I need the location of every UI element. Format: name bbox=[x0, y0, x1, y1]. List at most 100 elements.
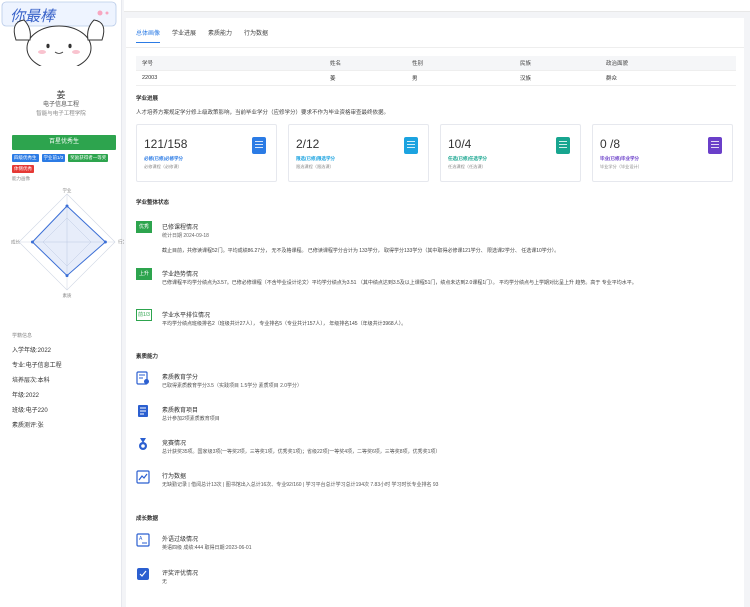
status-head: 已修课程情况 bbox=[162, 225, 199, 231]
item-head: 素质教育项目 bbox=[162, 408, 199, 414]
book-icon bbox=[252, 137, 266, 154]
table-row: 22003 姜 男 汉族 群众 bbox=[136, 70, 736, 86]
tab-quality[interactable]: 素质能力 bbox=[208, 28, 232, 43]
item-text: 总计参加2项素质教育项目 bbox=[162, 416, 220, 422]
radar-label-top: 学业 bbox=[63, 187, 72, 193]
radar-point bbox=[65, 274, 69, 278]
credit-card: 10/4 任选(已修)任选学分 任选课程（任选课） bbox=[440, 124, 581, 182]
tab-bar: 总体画像 学业进展 素质能力 行为数据 bbox=[136, 28, 268, 43]
table-header: 民族 bbox=[514, 56, 600, 71]
card-value: 0 /8 bbox=[600, 137, 621, 151]
status-desc: 平均学分绩点班级排名2（班级共计27人）， 专业排名5（专业共计157人）， 年… bbox=[162, 321, 407, 327]
item-head: 评奖评优情况 bbox=[162, 571, 199, 577]
item-head: 竞赛情况 bbox=[162, 441, 187, 447]
quality-item: 行为数据 无缺勤记录 | 借阅总计13次 | 图书馆出入总计16次、专业92/1… bbox=[136, 469, 736, 499]
tab-overview[interactable]: 总体画像 bbox=[136, 28, 161, 43]
main-panel: 总体画像 学业进展 素质能力 行为数据 学号 姓名 性别 民族 政治面貌 220… bbox=[126, 18, 744, 607]
honor-badge-main: 百星优秀生 bbox=[12, 135, 116, 150]
student-info-list: 入学年级:2022 专业:电子信息工程 培养层次:本科 年级:2022 班级:电… bbox=[12, 345, 62, 435]
card-value: 2/12 bbox=[296, 137, 320, 151]
honor-badge: 四级优秀生 bbox=[12, 154, 39, 162]
status-head: 学业水平排位情况 bbox=[162, 313, 211, 319]
translate-icon: A bbox=[136, 533, 150, 547]
card-label: 毕业(已修)毕业学分 bbox=[600, 156, 639, 161]
info-item: 年级:2022 bbox=[12, 393, 40, 399]
status-trend: 上升 学业趋势情况 已修课程平均学分绩点为3.57。已修必修课程（不含毕业设计论… bbox=[136, 268, 736, 308]
evaluation-icon bbox=[137, 568, 149, 580]
credit-card: 0 /8 毕业(已修)毕业学分 毕业学分（毕业设计） bbox=[592, 124, 733, 182]
status-sub: 统计日期 2024-09-18 bbox=[162, 233, 209, 239]
credit-card: 121/158 必修(已修)必修学分 必修课程（必修课） bbox=[136, 124, 277, 182]
radar-polygon bbox=[31, 205, 107, 277]
section-title-overall: 学业整体状态 bbox=[136, 200, 170, 206]
card-value: 10/4 bbox=[448, 137, 472, 151]
cartoon-banner: 你最棒 bbox=[1, 1, 117, 66]
honor-badge: 体侧优秀 bbox=[12, 165, 34, 173]
radar-point bbox=[65, 204, 69, 208]
table-cell: 群众 bbox=[600, 70, 736, 86]
student-college: 智能与电子工程学院 bbox=[36, 111, 86, 117]
item-text: 无缺勤记录 | 借阅总计13次 | 图书馆出入总计16次、专业92/160 | … bbox=[162, 482, 439, 488]
medal-icon bbox=[139, 438, 147, 450]
item-text: 英语四级 成绩:444 取得日期:2023-06-01 bbox=[162, 545, 252, 551]
table-header: 姓名 bbox=[324, 56, 406, 71]
info-item: 培养层次:本科 bbox=[12, 378, 50, 384]
radar-point bbox=[103, 240, 107, 244]
table-header: 学号 bbox=[136, 56, 324, 71]
ability-radar-chart: 学业 行为 素质 成长 bbox=[11, 187, 124, 299]
card-label: 任选(已修)任选学分 bbox=[448, 156, 487, 161]
book-icon bbox=[556, 137, 570, 154]
growth-item: A 外语过级情况 英语四级 成绩:444 取得日期:2023-06-01 bbox=[136, 532, 736, 562]
table-header: 政治面貌 bbox=[600, 56, 736, 71]
card-sub: 毕业学分（毕业设计） bbox=[600, 164, 642, 169]
info-title: 学籍信息 bbox=[12, 333, 33, 339]
info-item: 素质测评:张 bbox=[12, 423, 44, 429]
svg-text:A: A bbox=[139, 536, 143, 542]
info-item: 专业:电子信息工程 bbox=[12, 363, 62, 369]
status-desc: 截止目前，共修读课程52门。平均成绩86.27分， 无不及格课程。 已修读课程学… bbox=[162, 248, 560, 254]
radar-label-left: 成长 bbox=[11, 239, 20, 246]
section-title-progress: 学业进展 bbox=[136, 96, 159, 102]
credit-cards: 121/158 必修(已修)必修学分 必修课程（必修课） 2/12 限选(已修)… bbox=[136, 124, 733, 182]
status-tag: 前1/3 bbox=[136, 309, 152, 321]
status-rank: 前1/3 学业水平排位情况 平均学分绩点班级排名2（班级共计27人）， 专业排名… bbox=[136, 309, 736, 339]
table-cell: 22003 bbox=[136, 70, 324, 86]
radar-point bbox=[30, 240, 34, 244]
card-sub: 限选课程（限选课） bbox=[296, 164, 334, 169]
top-bar bbox=[124, 0, 750, 12]
trend-icon bbox=[136, 470, 150, 484]
quality-item: 竞赛情况 总计获奖35项。国家级3项(一等奖2项，三等奖1项，优秀奖1项)；省级… bbox=[136, 436, 736, 466]
item-head: 行为数据 bbox=[162, 474, 187, 480]
card-label: 限选(已修)限选学分 bbox=[296, 156, 335, 161]
honor-badge: 学业前1/3 bbox=[41, 154, 66, 162]
certificate-icon bbox=[136, 371, 149, 385]
card-label: 必修(已修)必修学分 bbox=[144, 156, 183, 161]
item-text: 已取得素质教育学分3.5（实践项目 1.5学分 素质项目 2.0学分） bbox=[162, 383, 303, 389]
item-text: 总计获奖35项。国家级3项(一等奖2项，三等奖1项，优秀奖1项)；省级22项(一… bbox=[162, 449, 441, 455]
radar-label-right: 行为 bbox=[118, 239, 124, 246]
table-header: 性别 bbox=[406, 56, 514, 71]
progress-intro: 人才培养方案规定学分修上级政策影响，当前毕业学分（应修学分）要求不作为毕业资格审… bbox=[136, 110, 390, 116]
credit-card: 2/12 限选(已修)限选学分 限选课程（限选课） bbox=[288, 124, 429, 182]
radar-label-bottom: 素质 bbox=[63, 292, 72, 299]
item-head: 外语过级情况 bbox=[162, 537, 199, 543]
status-courses: 优秀 已修课程情况 统计日期 2024-09-18 截止目前，共修读课程52门。… bbox=[136, 221, 736, 261]
quality-item: 素质教育项目 总计参加2项素质教育项目 bbox=[136, 403, 736, 433]
document-icon bbox=[138, 405, 148, 417]
card-sub: 必修课程（必修课） bbox=[144, 164, 182, 169]
status-desc: 已修课程平均学分绩点为3.57。已修必修课程（不含毕业设计论文）平均学分绩点为3… bbox=[162, 280, 637, 286]
table-cell: 汉族 bbox=[514, 70, 600, 86]
table-cell: 男 bbox=[406, 70, 514, 86]
section-title-growth: 成长数据 bbox=[136, 516, 159, 522]
tab-academic[interactable]: 学业进展 bbox=[172, 28, 196, 43]
tab-divider bbox=[126, 47, 744, 48]
profile-sidebar: 你最棒 姜 电子信息工程 智能与电子工程学院 百星优秀生 四级优秀生 学业前1/… bbox=[0, 0, 124, 607]
info-item: 入学年级:2022 bbox=[12, 348, 52, 354]
student-major: 电子信息工程 bbox=[42, 102, 79, 108]
student-basic-table: 学号 姓名 性别 民族 政治面貌 22003 姜 男 汉族 群众 bbox=[136, 56, 736, 86]
item-text: 无 bbox=[162, 579, 168, 585]
tab-behavior[interactable]: 行为数据 bbox=[244, 28, 268, 43]
status-tag: 优秀 bbox=[136, 221, 152, 233]
status-tag: 上升 bbox=[136, 268, 152, 280]
info-item: 班级:电子220 bbox=[12, 408, 48, 414]
